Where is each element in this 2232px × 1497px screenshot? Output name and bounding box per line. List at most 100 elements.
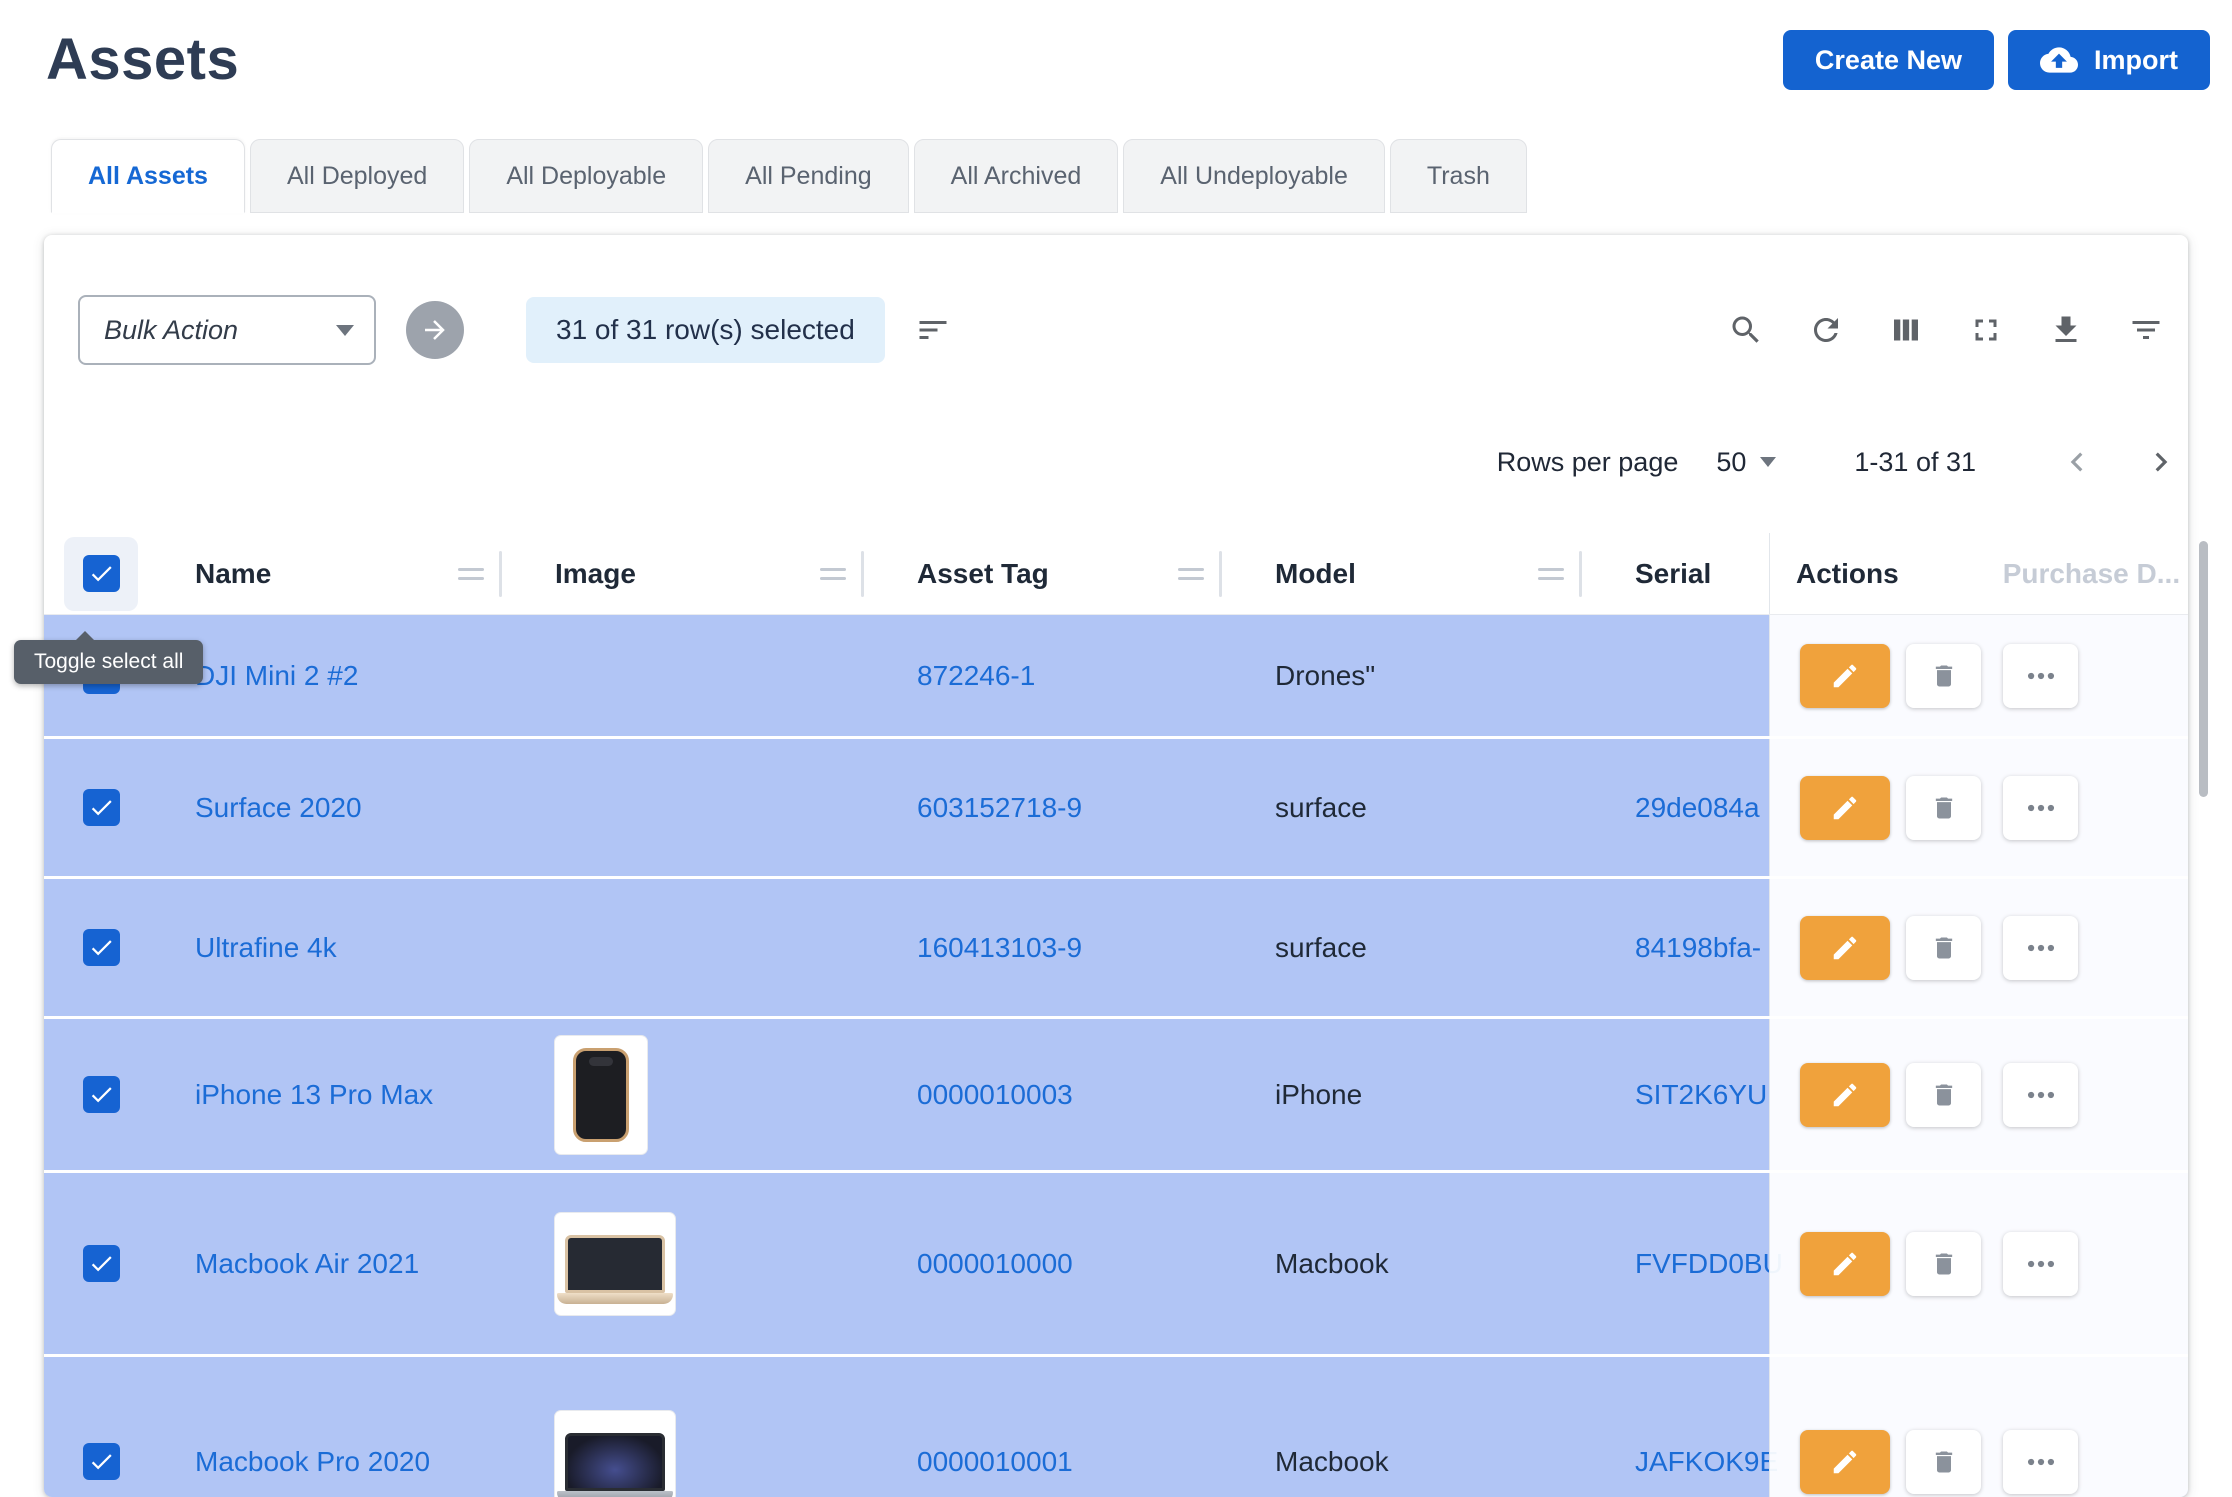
column-header-model: Model: [1222, 533, 1582, 614]
tab-all-assets[interactable]: All Assets: [51, 139, 245, 213]
asset-image-cell: [502, 1411, 864, 1497]
bulk-apply-button[interactable]: [406, 301, 464, 359]
check-icon: [88, 560, 115, 587]
fullscreen-button[interactable]: [1968, 312, 2004, 348]
asset-serial-link[interactable]: FVFDD0BU: [1635, 1248, 1783, 1279]
edit-button[interactable]: [1800, 776, 1890, 840]
table-row: iPhone 13 Pro Max 0000010003 iPhone SIT2…: [44, 1019, 2188, 1173]
edit-button[interactable]: [1800, 1232, 1890, 1296]
download-button[interactable]: [2048, 312, 2084, 348]
asset-tag-cell: 0000010001: [864, 1446, 1222, 1478]
edit-button[interactable]: [1800, 1063, 1890, 1127]
asset-name-link[interactable]: Macbook Pro 2020: [195, 1446, 430, 1477]
row-checkbox-cell: [44, 929, 158, 966]
more-actions-button[interactable]: [2003, 644, 2078, 708]
delete-button[interactable]: [1906, 1232, 1981, 1296]
edit-pencil-icon: [1830, 793, 1860, 823]
row-checkbox[interactable]: [83, 789, 120, 826]
header-actions: Create New Import: [1783, 26, 2210, 90]
edit-button[interactable]: [1800, 916, 1890, 980]
selection-count-chip: 31 of 31 row(s) selected: [526, 297, 885, 363]
pagination-bar: Rows per page 50 1-31 of 31: [44, 429, 2188, 495]
asset-name-link[interactable]: Ultrafine 4k: [195, 932, 337, 963]
asset-serial-link[interactable]: 29de084a: [1635, 792, 1760, 823]
asset-tag-link[interactable]: 0000010001: [917, 1446, 1073, 1477]
asset-tag-link[interactable]: 0000010000: [917, 1248, 1073, 1279]
assets-card: Bulk Action 31 of 31 row(s) selected Row: [44, 235, 2188, 1497]
column-resize-handle-icon[interactable]: [1538, 568, 1564, 580]
column-resize-handle-icon[interactable]: [1178, 568, 1204, 580]
download-icon: [2048, 312, 2084, 348]
more-actions-button[interactable]: [2003, 1430, 2078, 1494]
view-columns-button[interactable]: [1888, 312, 1924, 348]
next-page-button[interactable]: [2142, 443, 2180, 481]
tab-all-deployable[interactable]: All Deployable: [469, 139, 703, 213]
page-title: Assets: [46, 26, 239, 93]
trash-icon: [1930, 662, 1958, 690]
asset-name-link[interactable]: Macbook Air 2021: [195, 1248, 419, 1279]
tabs: All AssetsAll DeployedAll DeployableAll …: [0, 139, 2232, 213]
tab-all-deployed[interactable]: All Deployed: [250, 139, 464, 213]
tab-all-pending[interactable]: All Pending: [708, 139, 908, 213]
asset-serial-link[interactable]: 84198bfa-: [1635, 932, 1761, 963]
delete-button[interactable]: [1906, 1430, 1981, 1494]
asset-name-link[interactable]: iPhone 13 Pro Max: [195, 1079, 433, 1110]
delete-button[interactable]: [1906, 644, 1981, 708]
delete-button[interactable]: [1906, 916, 1981, 980]
row-checkbox[interactable]: [83, 1076, 120, 1113]
more-actions-button[interactable]: [2003, 916, 2078, 980]
import-button[interactable]: Import: [2008, 30, 2210, 90]
delete-button[interactable]: [1906, 776, 1981, 840]
column-resize-handle-icon[interactable]: [458, 568, 484, 580]
row-checkbox[interactable]: [83, 929, 120, 966]
asset-name-cell: DJI Mini 2 #2: [158, 660, 502, 692]
asset-name-link[interactable]: Surface 2020: [195, 792, 362, 823]
refresh-button[interactable]: [1808, 312, 1844, 348]
more-actions-button[interactable]: [2003, 776, 2078, 840]
table-row: Ultrafine 4k 160413103-9 surface 84198bf…: [44, 879, 2188, 1019]
create-new-button[interactable]: Create New: [1783, 30, 1994, 90]
table-row: Macbook Air 2021 0000010000 Macbook FVFD…: [44, 1173, 2188, 1357]
page-header: Assets Create New Import: [0, 0, 2232, 93]
asset-tag-link[interactable]: 0000010003: [917, 1079, 1073, 1110]
edit-pencil-icon: [1830, 1249, 1860, 1279]
tab-all-archived[interactable]: All Archived: [914, 139, 1119, 213]
vertical-scrollbar-thumb[interactable]: [2199, 541, 2208, 797]
selection-menu-button[interactable]: [915, 312, 951, 348]
more-ellipsis-icon: [2024, 1078, 2058, 1112]
bulk-action-select[interactable]: Bulk Action: [78, 295, 376, 365]
asset-tag-link[interactable]: 160413103-9: [917, 932, 1082, 963]
search-icon: [1728, 312, 1764, 348]
column-header-asset-tag: Asset Tag: [864, 533, 1222, 614]
chevron-right-icon: [2142, 443, 2180, 481]
asset-serial-link[interactable]: SIT2K6YU: [1635, 1079, 1767, 1110]
asset-tag-cell: 160413103-9: [864, 932, 1222, 964]
row-checkbox-cell: [44, 1443, 158, 1480]
select-all-checkbox[interactable]: [83, 555, 120, 592]
asset-tag-link[interactable]: 872246-1: [917, 660, 1035, 691]
row-checkbox-cell: [44, 789, 158, 826]
tab-all-undeployable[interactable]: All Undeployable: [1123, 139, 1385, 213]
search-button[interactable]: [1728, 312, 1764, 348]
asset-serial-link[interactable]: JAFKOK9E: [1635, 1446, 1778, 1477]
more-actions-button[interactable]: [2003, 1063, 2078, 1127]
previous-page-button[interactable]: [2058, 443, 2096, 481]
asset-name-cell: Macbook Air 2021: [158, 1248, 502, 1280]
asset-name-link[interactable]: DJI Mini 2 #2: [195, 660, 358, 691]
check-icon: [88, 1081, 115, 1108]
table-body: DJI Mini 2 #2 872246-1 Drones": [44, 615, 2188, 1497]
column-resize-handle-icon[interactable]: [820, 568, 846, 580]
more-actions-button[interactable]: [2003, 1232, 2078, 1296]
edit-button[interactable]: [1800, 1430, 1890, 1494]
edit-button[interactable]: [1800, 644, 1890, 708]
asset-image-thumbnail[interactable]: [555, 1213, 675, 1315]
delete-button[interactable]: [1906, 1063, 1981, 1127]
tab-trash[interactable]: Trash: [1390, 139, 1527, 213]
asset-tag-link[interactable]: 603152718-9: [917, 792, 1082, 823]
row-checkbox[interactable]: [83, 1245, 120, 1282]
filter-button[interactable]: [2128, 312, 2164, 348]
row-checkbox[interactable]: [83, 1443, 120, 1480]
asset-image-thumbnail[interactable]: [555, 1036, 647, 1154]
asset-image-thumbnail[interactable]: [555, 1411, 675, 1497]
rows-per-page-select[interactable]: 50: [1716, 447, 1776, 478]
